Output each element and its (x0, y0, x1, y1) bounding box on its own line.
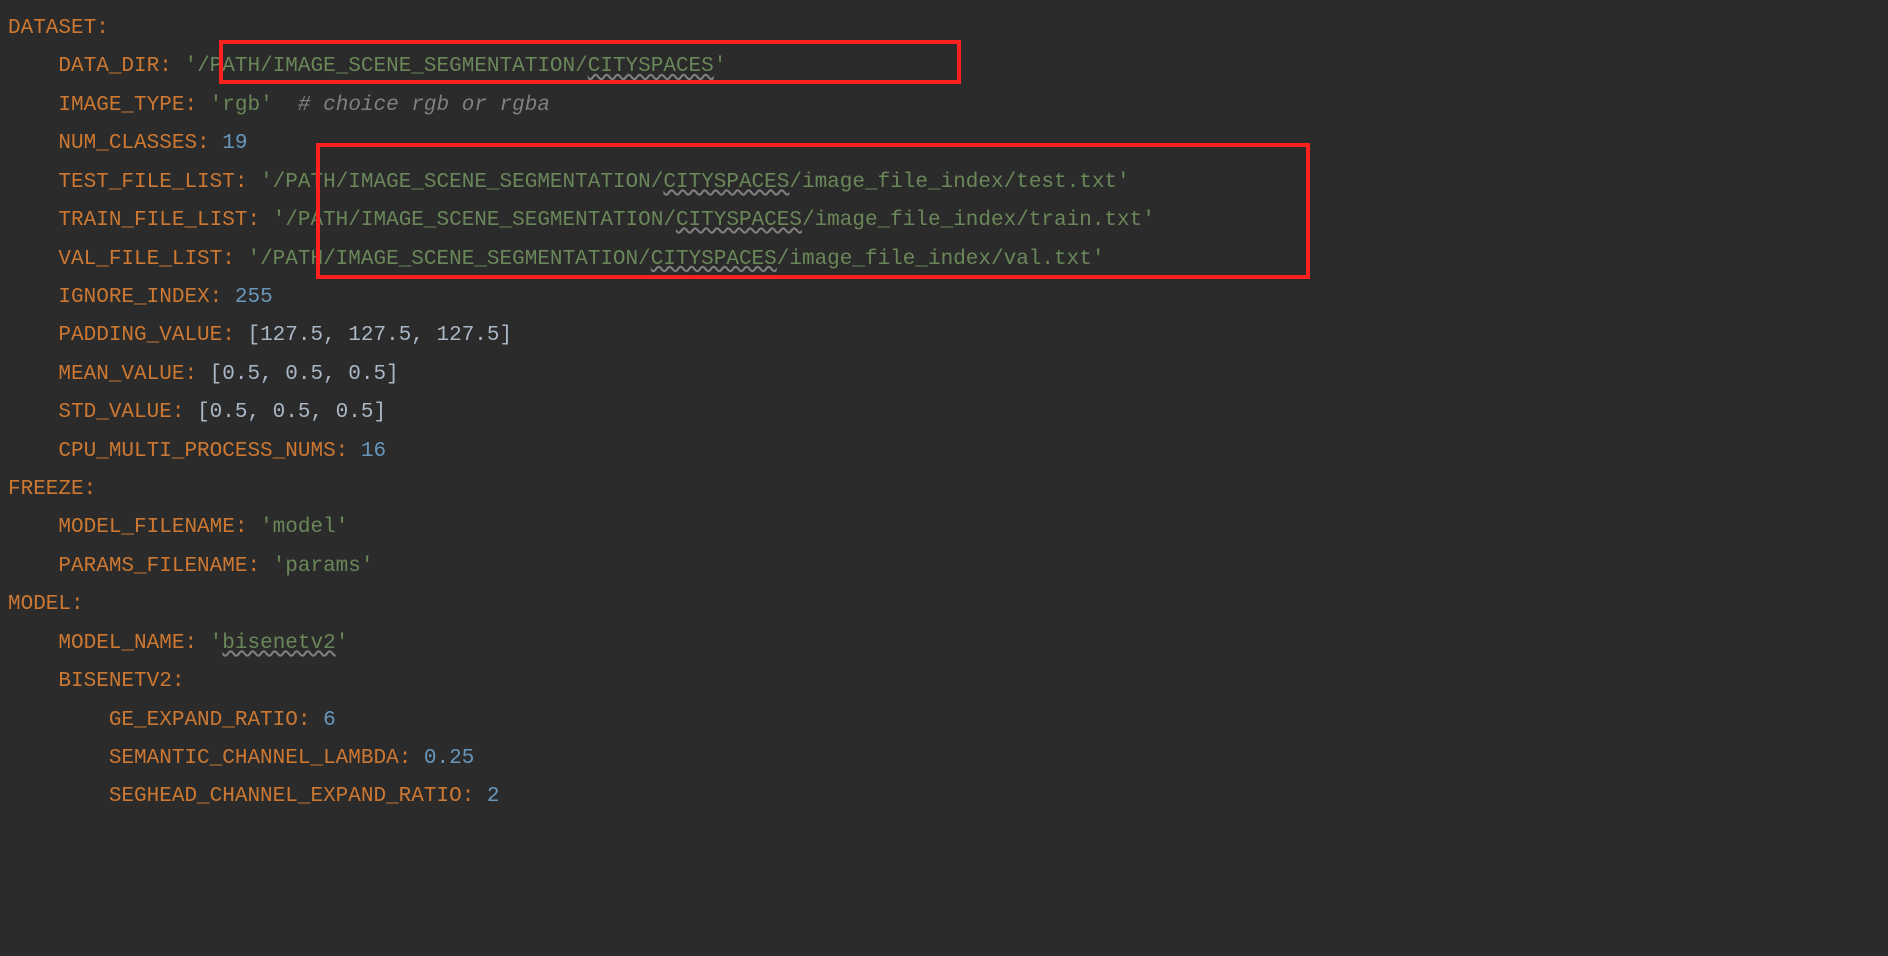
yaml-string: 'bisenetv2' (210, 632, 349, 655)
yaml-key: IGNORE_INDEX (58, 286, 209, 309)
yaml-key: SEGHEAD_CHANNEL_EXPAND_RATIO (109, 785, 462, 808)
yaml-key: SEMANTIC_CHANNEL_LAMBDA (109, 747, 399, 770)
yaml-key: GE_EXPAND_RATIO (109, 709, 298, 732)
yaml-number: 0.25 (424, 747, 474, 770)
yaml-key: IMAGE_TYPE (58, 94, 184, 117)
yaml-key: DATASET (8, 17, 96, 40)
yaml-number: 6 (323, 709, 336, 732)
yaml-key: MODEL_NAME (58, 632, 184, 655)
yaml-key: NUM_CLASSES (58, 132, 197, 155)
yaml-string: 'params' (273, 555, 374, 578)
yaml-key: PARAMS_FILENAME (58, 555, 247, 578)
yaml-number: 16 (361, 440, 386, 463)
code-editor[interactable]: DATASET: DATA_DIR: '/PATH/IMAGE_SCENE_SE… (0, 0, 1888, 827)
yaml-string: 'rgb' (210, 94, 273, 117)
yaml-number: 255 (235, 286, 273, 309)
yaml-key: TRAIN_FILE_LIST (58, 209, 247, 232)
yaml-key: CPU_MULTI_PROCESS_NUMS (58, 440, 335, 463)
yaml-key: STD_VALUE (58, 401, 171, 424)
yaml-string: '/PATH/IMAGE_SCENE_SEGMENTATION/CITYSPAC… (273, 209, 1155, 232)
yaml-key: MODEL (8, 593, 71, 616)
yaml-number: 19 (222, 132, 247, 155)
yaml-list: [127.5, 127.5, 127.5] (247, 324, 512, 347)
yaml-key: DATA_DIR (58, 55, 159, 78)
yaml-string: '/PATH/IMAGE_SCENE_SEGMENTATION/CITYSPAC… (247, 248, 1104, 271)
yaml-string: 'model' (260, 516, 348, 539)
yaml-key: TEST_FILE_LIST (58, 171, 234, 194)
yaml-key: FREEZE (8, 478, 84, 501)
yaml-key: BISENETV2 (58, 670, 171, 693)
yaml-number: 2 (487, 785, 500, 808)
yaml-key: MODEL_FILENAME (58, 516, 234, 539)
yaml-key: PADDING_VALUE (58, 324, 222, 347)
yaml-key: MEAN_VALUE (58, 363, 184, 386)
yaml-string: '/PATH/IMAGE_SCENE_SEGMENTATION/CITYSPAC… (184, 55, 726, 78)
yaml-string: '/PATH/IMAGE_SCENE_SEGMENTATION/CITYSPAC… (260, 171, 1130, 194)
yaml-list: [0.5, 0.5, 0.5] (197, 401, 386, 424)
yaml-comment: # choice rgb or rgba (298, 94, 550, 117)
yaml-key: VAL_FILE_LIST (58, 248, 222, 271)
yaml-list: [0.5, 0.5, 0.5] (210, 363, 399, 386)
